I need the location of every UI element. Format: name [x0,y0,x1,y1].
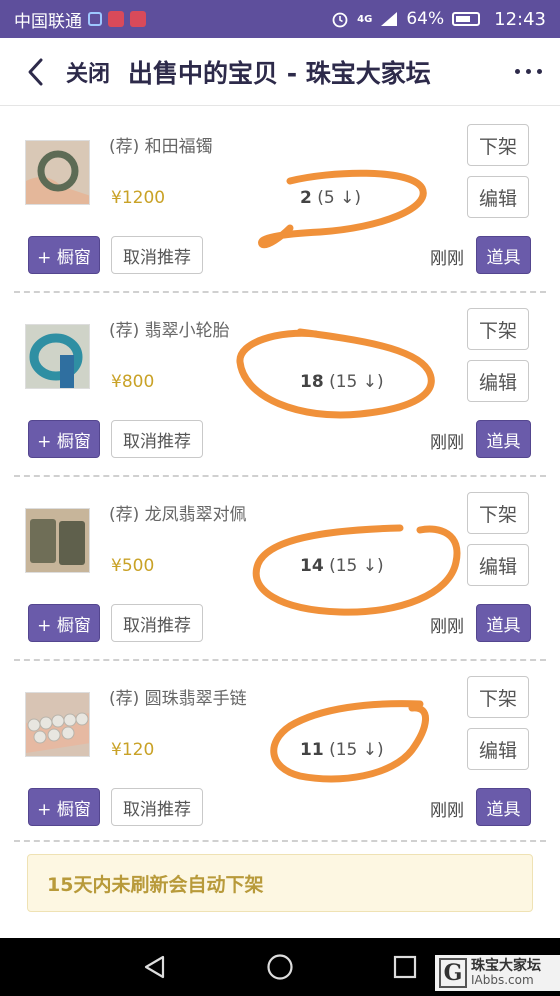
edit-button[interactable]: 编辑 [467,176,529,218]
add-showcase-button[interactable]: + 橱窗 [28,788,100,826]
huawei-app-icon-2 [130,11,146,27]
tools-button[interactable]: 道具 [476,604,531,642]
item-price: ¥120 [111,740,155,760]
cancel-recommend-button[interactable]: 取消推荐 [111,420,203,458]
auto-delist-notice: 15天内未刷新会自动下架 [27,854,533,912]
cancel-recommend-button[interactable]: 取消推荐 [111,604,203,642]
page-header: 关闭 出售中的宝贝 - 珠宝大家坛 [0,38,560,106]
delist-button[interactable]: 下架 [467,492,529,534]
item-title[interactable]: (荐) 翡翠小轮胎 [109,316,230,341]
alarm-icon [332,12,348,28]
nav-recents-icon[interactable] [390,952,420,982]
product-thumbnail[interactable] [25,692,90,757]
delist-button[interactable]: 下架 [467,124,529,166]
product-thumbnail[interactable] [25,140,90,205]
view-count: 2 (5 ↓) [300,188,361,208]
item-price: ¥800 [111,372,155,392]
list-item: (荐) 圆珠翡翠手链 ¥120 11 (15 ↓) 下架 编辑 + 橱窗 取消推… [0,658,560,842]
carrier-label: 中国联通 [14,11,82,32]
view-count: 11 (15 ↓) [300,740,384,760]
page-title: 出售中的宝贝 - 珠宝大家坛 [128,58,431,88]
product-thumbnail[interactable] [25,324,90,389]
add-showcase-button[interactable]: + 橱窗 [28,420,100,458]
vpn-icon [88,12,102,26]
add-showcase-button[interactable]: + 橱窗 [28,236,100,274]
battery-icon [452,12,481,26]
close-button[interactable]: 关闭 [66,56,110,88]
tools-button[interactable]: 道具 [476,236,531,274]
updated-time: 刚刚 [430,433,464,453]
tools-button[interactable]: 道具 [476,420,531,458]
item-price: ¥1200 [111,188,166,208]
add-showcase-button[interactable]: + 橱窗 [28,604,100,642]
cancel-recommend-button[interactable]: 取消推荐 [111,236,203,274]
clock: 12:43 [494,8,546,30]
battery-percent: 64% [406,9,445,29]
network-type: 4G [357,13,373,25]
status-bar: 中国联通 4G 64% 12:43 [0,0,560,38]
item-title[interactable]: (荐) 圆珠翡翠手链 [109,684,247,709]
watermark-logo: G [439,958,467,988]
site-watermark: G 珠宝大家坛 IAbbs.com [435,955,560,991]
edit-button[interactable]: 编辑 [467,360,529,402]
more-options-icon[interactable] [515,69,542,74]
view-count: 14 (15 ↓) [300,556,384,576]
edit-button[interactable]: 编辑 [467,544,529,586]
delist-button[interactable]: 下架 [467,676,529,718]
signal-icon [381,12,398,26]
watermark-title: 珠宝大家坛 [471,958,541,975]
watermark-url: IAbbs.com [471,973,534,988]
updated-time: 刚刚 [430,617,464,637]
item-title[interactable]: (荐) 龙凤翡翠对佩 [109,500,247,525]
divider [14,840,546,842]
edit-button[interactable]: 编辑 [467,728,529,770]
huawei-app-icon [108,11,124,27]
cancel-recommend-button[interactable]: 取消推荐 [111,788,203,826]
updated-time: 刚刚 [430,249,464,269]
product-thumbnail[interactable] [25,508,90,573]
list-item: (荐) 翡翠小轮胎 ¥800 18 (15 ↓) 下架 编辑 + 橱窗 取消推荐… [0,290,560,474]
item-price: ¥500 [111,556,155,576]
list-item: (荐) 龙凤翡翠对佩 ¥500 14 (15 ↓) 下架 编辑 + 橱窗 取消推… [0,474,560,658]
nav-home-icon[interactable] [265,952,295,982]
list-item: (荐) 和田福镯 ¥1200 2 (5 ↓) 下架 编辑 + 橱窗 取消推荐 刚… [0,106,560,290]
updated-time: 刚刚 [430,801,464,821]
nav-back-icon[interactable] [140,952,170,982]
tools-button[interactable]: 道具 [476,788,531,826]
delist-button[interactable]: 下架 [467,308,529,350]
item-title[interactable]: (荐) 和田福镯 [109,132,213,157]
view-count: 18 (15 ↓) [300,372,384,392]
back-icon[interactable] [14,50,58,94]
